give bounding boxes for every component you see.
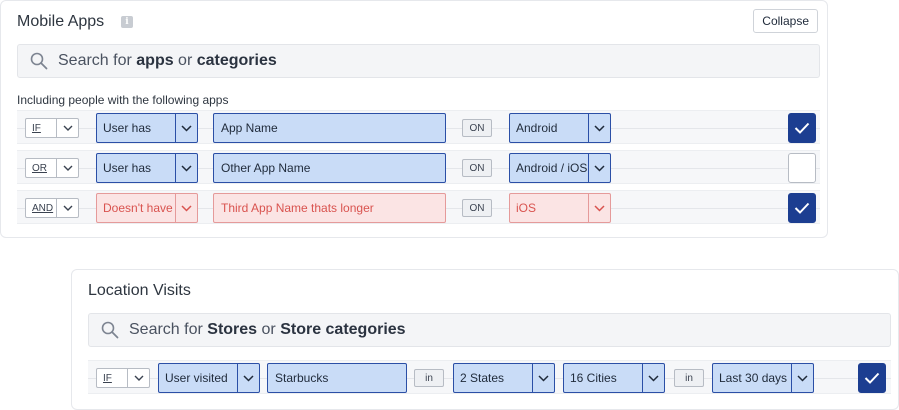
chevron-down-icon — [237, 364, 259, 392]
row-enable-checkbox[interactable] — [858, 363, 886, 393]
states-select[interactable]: 2 States — [453, 363, 555, 393]
chevron-down-icon — [175, 114, 197, 142]
period-select[interactable]: Last 30 days — [712, 363, 814, 393]
cities-label: 16 Cities — [570, 371, 617, 385]
mobile-apps-panel: Mobile Apps i Collapse Search for apps o… — [0, 0, 828, 238]
platform-label: Android / iOS — [516, 161, 588, 175]
cities-select[interactable]: 16 Cities — [563, 363, 665, 393]
platform-select[interactable]: Android — [509, 113, 611, 143]
search-prefix: Search for — [129, 321, 208, 338]
platform-label: Android — [516, 121, 558, 135]
location-visits-panel: Location Visits Search for Stores or Sto… — [71, 269, 899, 410]
condition-select[interactable]: User visited — [158, 363, 260, 393]
row-enable-checkbox[interactable] — [788, 193, 816, 223]
chevron-down-icon — [127, 369, 149, 387]
condition-label: Doesn't have — [103, 201, 173, 215]
chevron-down-icon — [588, 154, 610, 182]
condition-select[interactable]: Doesn't have — [96, 193, 198, 223]
chevron-down-icon — [56, 119, 78, 137]
chevron-down-icon — [175, 154, 197, 182]
logic-select[interactable]: IF — [25, 118, 79, 138]
app-rule-row: IF User has App Name ON Android — [17, 110, 820, 144]
checkmark-icon — [794, 202, 810, 214]
platform-label: iOS — [516, 201, 537, 215]
panel-title: Location Visits — [88, 282, 191, 299]
info-icon[interactable]: i — [121, 16, 133, 28]
checkmark-icon — [864, 372, 880, 384]
on-label: ON — [462, 199, 492, 217]
row-enable-checkbox[interactable] — [788, 113, 816, 143]
search-term-apps: apps — [136, 52, 174, 69]
states-label: 2 States — [460, 371, 505, 385]
chevron-down-icon — [791, 364, 813, 392]
chevron-down-icon — [588, 114, 610, 142]
search-mid: or — [173, 52, 197, 69]
condition-label: User has — [103, 121, 152, 135]
search-mid: or — [257, 321, 281, 338]
collapse-button[interactable]: Collapse — [753, 9, 818, 33]
logic-label: AND — [32, 202, 54, 214]
search-term-stores: Stores — [207, 321, 258, 338]
store-input[interactable]: Starbucks — [267, 363, 407, 393]
condition-label: User visited — [165, 371, 228, 385]
logic-select[interactable]: OR — [25, 158, 79, 178]
chevron-down-icon — [532, 364, 554, 392]
chevron-down-icon — [56, 159, 78, 177]
condition-select[interactable]: User has — [96, 153, 198, 183]
search-prefix: Search for — [58, 52, 137, 69]
app-search-input[interactable]: Search for apps or categories — [17, 44, 820, 78]
logic-label: IF — [32, 122, 41, 134]
chevron-down-icon — [642, 364, 664, 392]
period-label: Last 30 days — [719, 371, 788, 385]
platform-select[interactable]: iOS — [509, 193, 611, 223]
checkmark-icon — [794, 122, 810, 134]
logic-select[interactable]: IF — [96, 368, 150, 388]
panel-title: Mobile Apps — [17, 13, 105, 30]
app-name-input[interactable]: Third App Name thats longer — [213, 193, 446, 223]
app-rule-row: OR User has Other App Name ON Android / … — [17, 150, 820, 184]
logic-label: OR — [32, 162, 47, 174]
search-term-categories: categories — [196, 52, 277, 69]
store-search-input[interactable]: Search for Stores or Store categories — [88, 313, 891, 347]
including-label: Including people with the following apps — [17, 93, 229, 107]
condition-select[interactable]: User has — [96, 113, 198, 143]
in-label: in — [414, 369, 444, 387]
logic-select[interactable]: AND — [25, 198, 79, 218]
app-name-input[interactable]: App Name — [213, 113, 446, 143]
search-icon — [30, 52, 48, 70]
chevron-down-icon — [56, 199, 78, 217]
search-term-store-categories: Store categories — [280, 321, 406, 338]
logic-label: IF — [103, 372, 112, 384]
on-label: ON — [462, 159, 492, 177]
chevron-down-icon — [588, 194, 610, 222]
on-label: ON — [462, 119, 492, 137]
location-rule-row: IF User visited Starbucks in 2 States 16… — [88, 360, 891, 394]
in-label: in — [674, 369, 704, 387]
condition-label: User has — [103, 161, 152, 175]
search-icon — [101, 321, 119, 339]
row-enable-checkbox[interactable] — [788, 153, 816, 183]
app-name-input[interactable]: Other App Name — [213, 153, 446, 183]
chevron-down-icon — [175, 194, 197, 222]
app-rule-row: AND Doesn't have Third App Name thats lo… — [17, 190, 820, 224]
platform-select[interactable]: Android / iOS — [509, 153, 611, 183]
